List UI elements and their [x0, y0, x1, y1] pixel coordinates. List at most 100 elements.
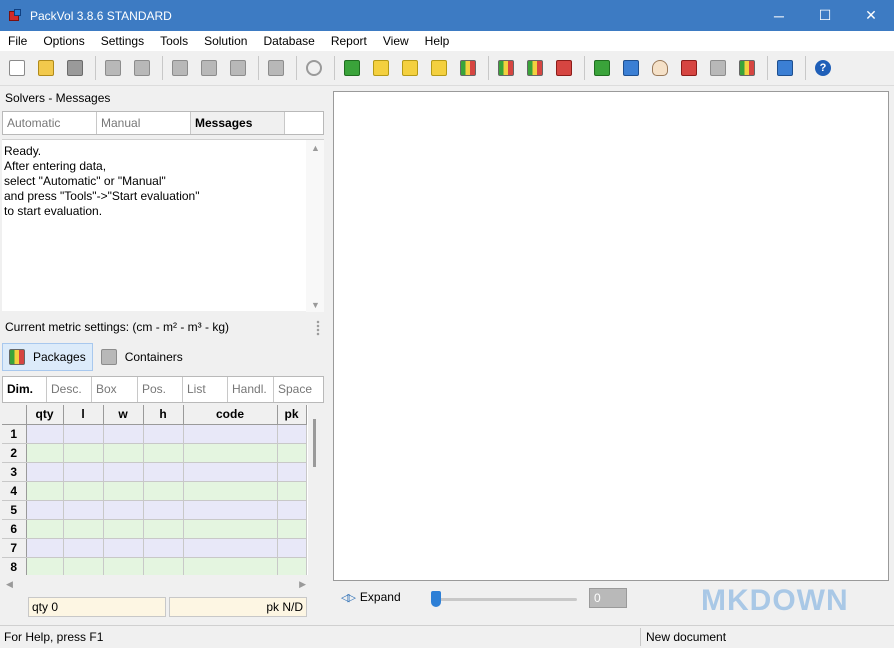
database-button[interactable]	[397, 55, 423, 81]
containers-button[interactable]	[426, 55, 452, 81]
grid-cell[interactable]	[183, 443, 278, 463]
grid-cell[interactable]	[143, 557, 184, 575]
tab-desc[interactable]: Desc.	[47, 377, 92, 402]
grid-cell[interactable]	[183, 481, 278, 501]
grid-cell[interactable]	[26, 500, 64, 520]
print-preview-button[interactable]	[225, 55, 251, 81]
people-button[interactable]	[455, 55, 481, 81]
tab-box[interactable]: Box	[92, 377, 138, 402]
row-header[interactable]: 7	[2, 538, 27, 558]
grid-cell[interactable]	[26, 443, 64, 463]
grid-cell[interactable]	[277, 462, 307, 482]
grid-cell[interactable]	[26, 557, 64, 575]
cut-button[interactable]	[100, 55, 126, 81]
grid-cell[interactable]	[183, 538, 278, 558]
row-header[interactable]: 2	[2, 443, 27, 463]
expand-button[interactable]: ◁▷ Expand	[341, 590, 401, 604]
tab-list[interactable]: List	[183, 377, 228, 402]
menu-settings[interactable]: Settings	[93, 31, 152, 51]
open-button[interactable]	[33, 55, 59, 81]
grid-cell[interactable]	[63, 500, 104, 520]
row-header[interactable]: 4	[2, 481, 27, 501]
menu-solution[interactable]: Solution	[196, 31, 255, 51]
refresh-button[interactable]	[589, 55, 615, 81]
grid-cell[interactable]	[103, 462, 144, 482]
column-header-w[interactable]: w	[103, 405, 144, 425]
grid-cell[interactable]	[103, 500, 144, 520]
grid-horizontal-scrollbar[interactable]: ◀ ▶	[2, 579, 308, 591]
tab-pos[interactable]: Pos.	[138, 377, 183, 402]
grid-cell[interactable]	[277, 538, 307, 558]
column-header-pk[interactable]: pk	[277, 405, 307, 425]
grid-cell[interactable]	[26, 481, 64, 501]
grid-cell[interactable]	[183, 500, 278, 520]
tab-manual[interactable]: Manual	[97, 112, 191, 134]
grid-cell[interactable]	[103, 481, 144, 501]
menu-report[interactable]: Report	[323, 31, 375, 51]
tab-space[interactable]: Space	[274, 377, 323, 402]
view-canvas[interactable]	[333, 91, 889, 581]
row-header[interactable]: 8	[2, 557, 27, 575]
new-button[interactable]	[4, 55, 30, 81]
package-add-button[interactable]	[339, 55, 365, 81]
split-button[interactable]	[676, 55, 702, 81]
layout-button[interactable]	[734, 55, 760, 81]
grid-cell[interactable]	[26, 538, 64, 558]
grid-cell[interactable]	[183, 519, 278, 539]
grid-cell[interactable]	[277, 443, 307, 463]
edit-button[interactable]	[368, 55, 394, 81]
settings-button[interactable]	[301, 55, 327, 81]
menu-database[interactable]: Database	[255, 31, 322, 51]
grid-cell[interactable]	[143, 500, 184, 520]
grid-cell[interactable]	[277, 519, 307, 539]
grid-cell[interactable]	[26, 462, 64, 482]
tab-messages[interactable]: Messages	[191, 112, 285, 134]
grid-cell[interactable]	[143, 462, 184, 482]
hand-button[interactable]	[647, 55, 673, 81]
menu-file[interactable]: File	[0, 31, 35, 51]
grid-cell[interactable]	[103, 557, 144, 575]
grid-cell[interactable]	[143, 443, 184, 463]
save-button[interactable]	[62, 55, 88, 81]
scroll-left-icon[interactable]: ◀	[6, 579, 13, 590]
grid-cell[interactable]	[63, 538, 104, 558]
grid-cell[interactable]	[277, 424, 307, 444]
close-button[interactable]: ✕	[848, 0, 894, 31]
grid-cell[interactable]	[63, 519, 104, 539]
grid-cell[interactable]	[277, 481, 307, 501]
tree-button[interactable]	[522, 55, 548, 81]
tab-handl[interactable]: Handl.	[228, 377, 274, 402]
grid-cell[interactable]	[183, 557, 278, 575]
menu-tools[interactable]: Tools	[152, 31, 196, 51]
menu-options[interactable]: Options	[35, 31, 92, 51]
grid-cell[interactable]	[143, 481, 184, 501]
help-button[interactable]: ?	[810, 55, 836, 81]
grid-cell[interactable]	[63, 481, 104, 501]
tab-dim[interactable]: Dim.	[3, 377, 47, 402]
column-header-h[interactable]: h	[143, 405, 184, 425]
tab-packages[interactable]: Packages	[2, 343, 93, 371]
messages-scrollbar[interactable]: ▲ ▼	[306, 140, 324, 312]
column-header-qty[interactable]: qty	[26, 405, 64, 425]
chart-button[interactable]	[493, 55, 519, 81]
grid-cell[interactable]	[183, 462, 278, 482]
grid-cell[interactable]	[26, 424, 64, 444]
grid-cell[interactable]	[277, 500, 307, 520]
grid-cell[interactable]	[143, 424, 184, 444]
grid-vertical-scrollbar[interactable]	[313, 419, 316, 467]
grid-cell[interactable]	[63, 424, 104, 444]
scroll-right-icon[interactable]: ▶	[299, 579, 306, 590]
grid-view-button[interactable]	[618, 55, 644, 81]
grid-cell[interactable]	[103, 519, 144, 539]
grid-cell[interactable]	[63, 443, 104, 463]
zoom-dropdown-button[interactable]	[705, 55, 731, 81]
fit-button[interactable]	[772, 55, 798, 81]
slider-thumb[interactable]	[431, 591, 441, 607]
scroll-down-icon[interactable]: ▼	[311, 300, 320, 310]
grid-cell[interactable]	[63, 462, 104, 482]
export-dropdown-button[interactable]	[263, 55, 289, 81]
row-header[interactable]: 1	[2, 424, 27, 444]
tab-automatic[interactable]: Automatic	[3, 112, 97, 134]
maximize-button[interactable]: ☐	[802, 0, 848, 31]
grid-cell[interactable]	[103, 538, 144, 558]
